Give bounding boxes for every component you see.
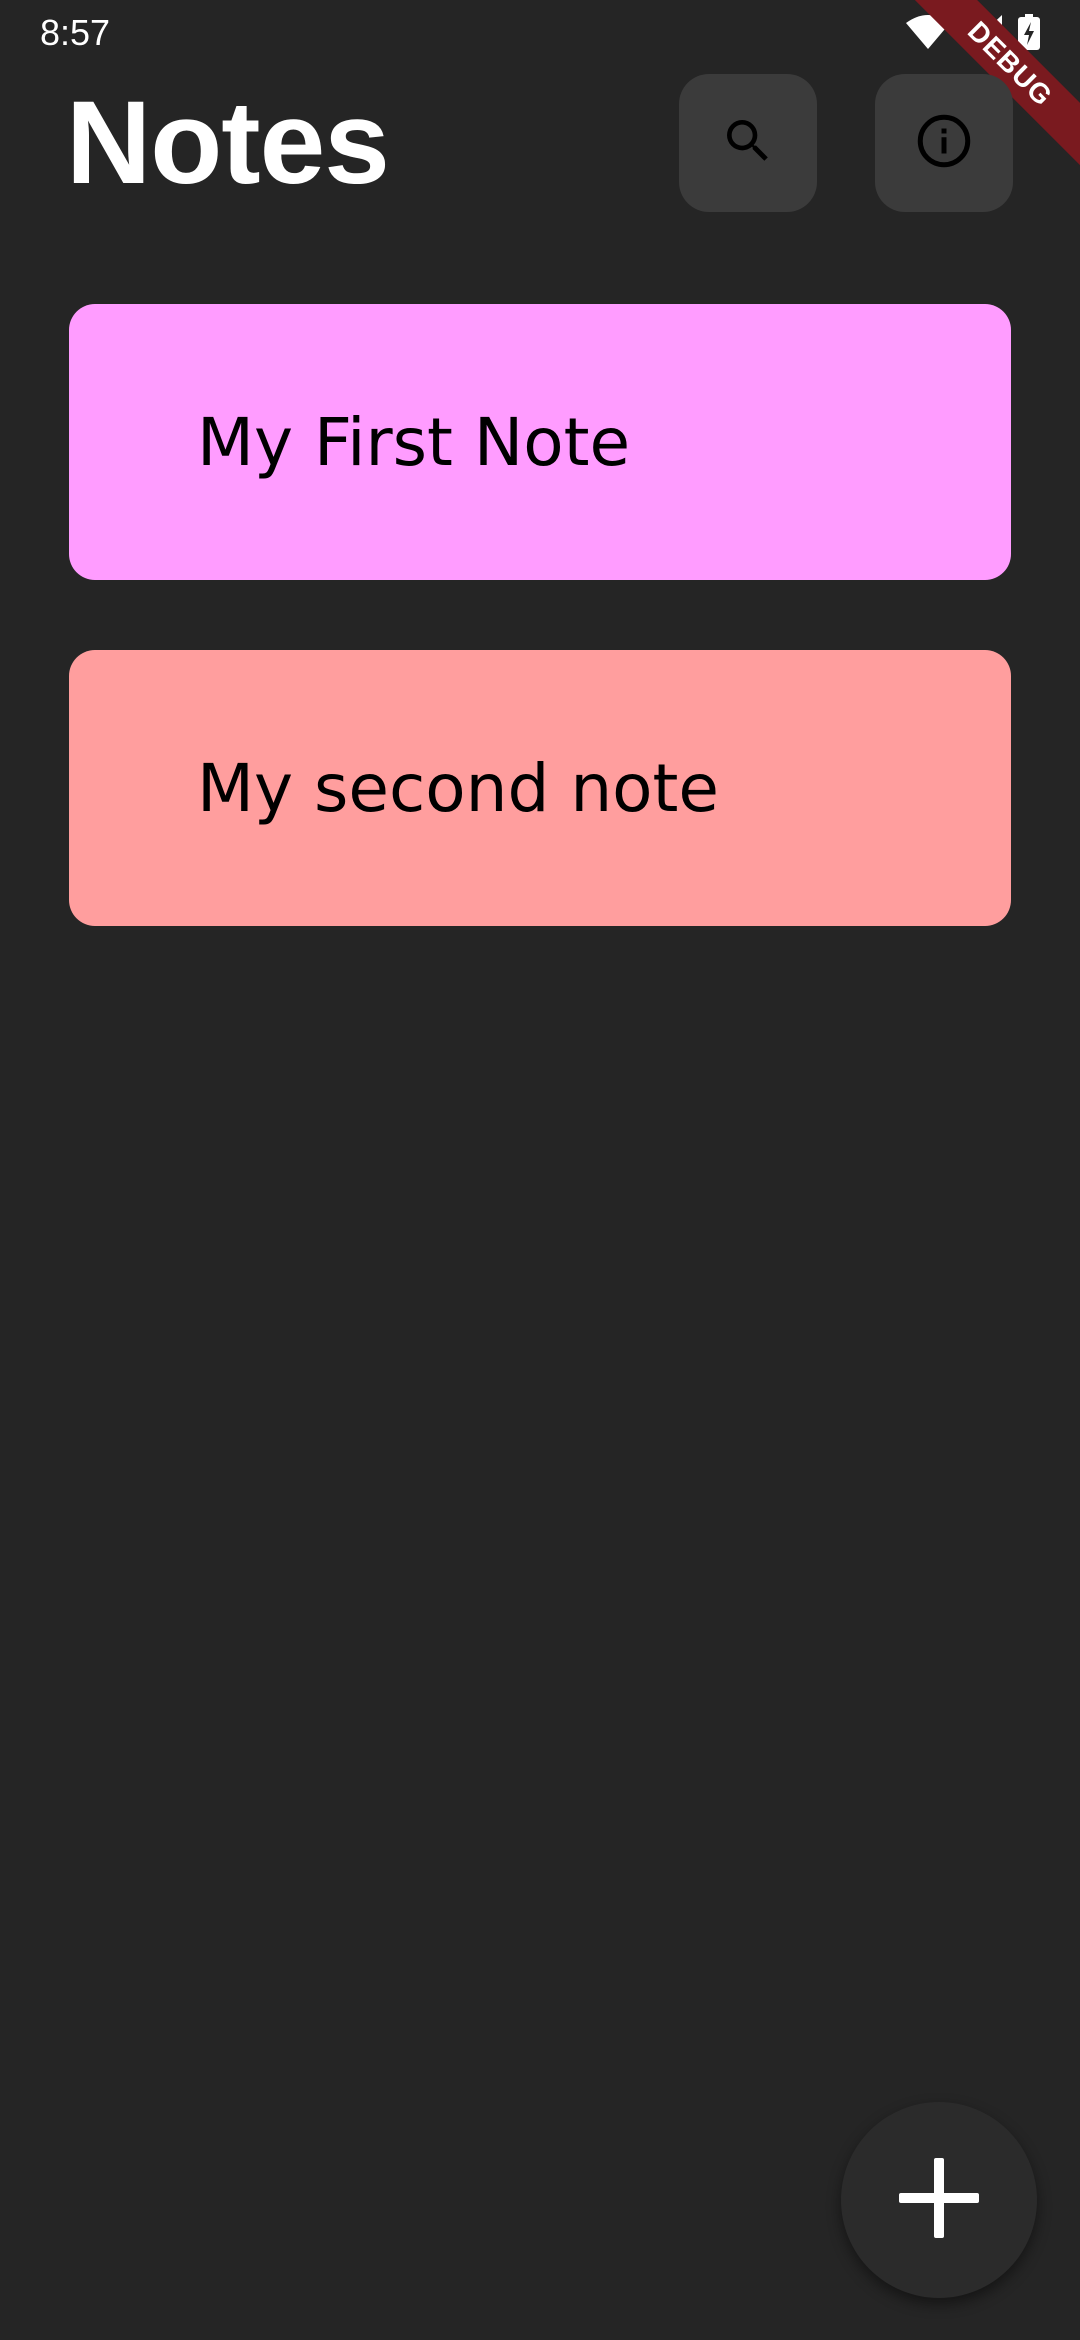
notes-screen: 8:57 DEBUG Notes My First Note My second… <box>0 0 1080 2340</box>
add-note-button[interactable] <box>841 2102 1037 2298</box>
add-icon <box>899 2158 979 2242</box>
page-title: Notes <box>66 77 390 209</box>
info-icon <box>914 111 974 175</box>
info-button[interactable] <box>875 74 1013 212</box>
note-title: My second note <box>197 749 720 827</box>
note-title: My First Note <box>197 403 631 481</box>
search-icon <box>720 113 776 173</box>
note-card[interactable]: My second note <box>69 650 1011 926</box>
search-button[interactable] <box>679 74 817 212</box>
status-time: 8:57 <box>40 12 111 53</box>
note-card[interactable]: My First Note <box>69 304 1011 580</box>
